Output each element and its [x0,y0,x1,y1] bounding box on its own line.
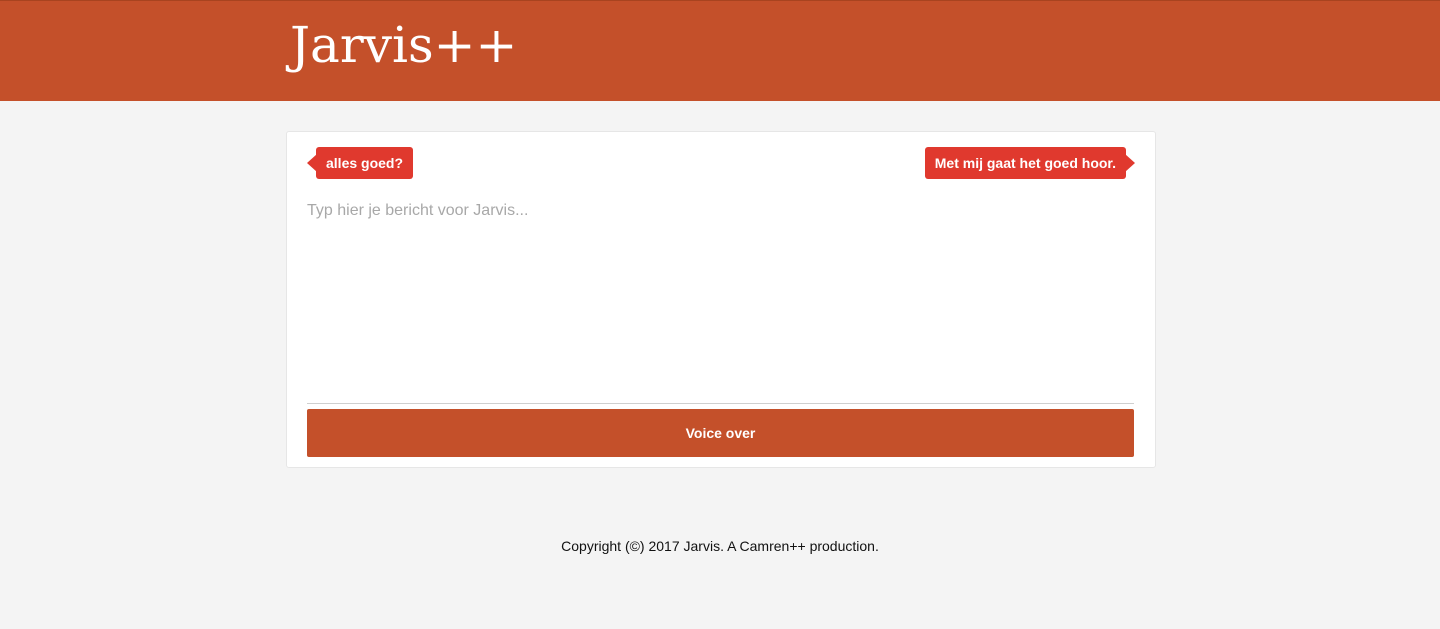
bot-message-bubble: Met mij gaat het goed hoor. [924,147,1136,179]
chat-card: alles goed? Met mij gaat het goed hoor. … [286,131,1156,468]
user-message-bubble: alles goed? [306,147,414,179]
brand-logo[interactable]: Jarvis++ [290,15,517,75]
footer-copyright: Copyright (©) 2017 Jarvis. A Camren++ pr… [561,538,879,554]
message-input[interactable] [307,202,1134,404]
site-header: Jarvis++ [0,0,1440,101]
voice-over-button[interactable]: Voice over [307,409,1134,457]
